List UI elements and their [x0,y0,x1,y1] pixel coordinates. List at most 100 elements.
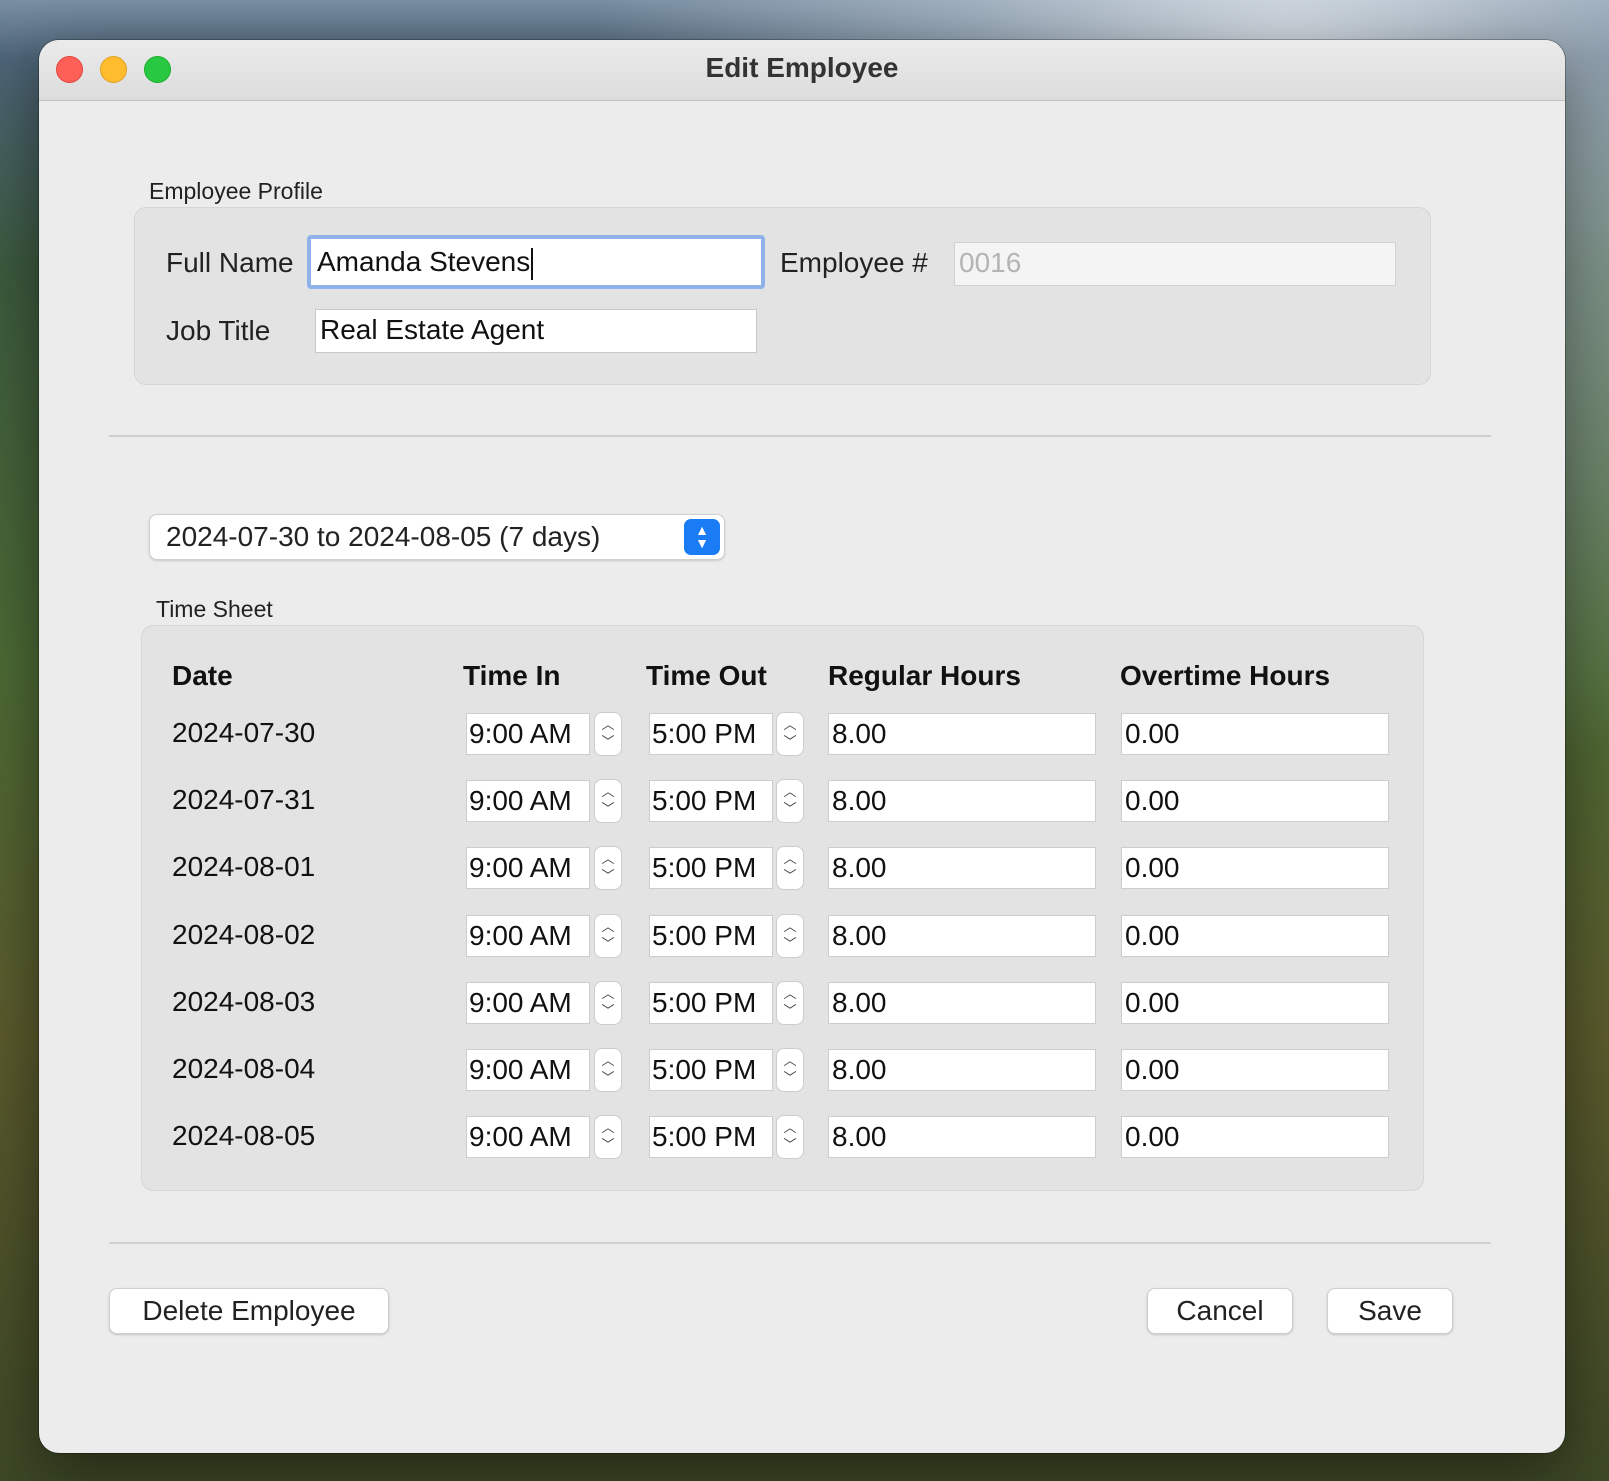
chevron-down-icon[interactable]: ﹀ [601,1137,614,1152]
chevron-down-icon[interactable]: ﹀ [783,801,796,816]
employee-profile-group [134,207,1431,385]
chevron-down-icon[interactable]: ﹀ [783,936,796,951]
full-name-label: Full Name [166,247,294,278]
chevron-up-icon[interactable]: ︿ [601,986,614,1001]
time-in-field[interactable]: 9:00 AM [466,847,590,889]
chevron-up-icon[interactable]: ︿ [601,919,614,934]
chevron-up-icon[interactable]: ︿ [783,851,796,866]
time-out-field[interactable]: 5:00 PM [649,780,773,822]
chevron-up-icon[interactable]: ︿ [601,1120,614,1135]
time-out-stepper[interactable]: ︿ ﹀ [776,1048,804,1092]
edit-employee-window: Edit Employee Employee Profile Full Name… [39,40,1565,1453]
chevron-up-icon[interactable]: ︿ [783,919,796,934]
window-title: Edit Employee [705,52,899,83]
time-out-stepper[interactable]: ︿ ﹀ [776,1115,804,1159]
time-out-stepper[interactable]: ︿ ﹀ [776,846,804,890]
time-in-stepper[interactable]: ︿ ﹀ [594,779,622,823]
chevron-down-icon[interactable]: ﹀ [783,1070,796,1085]
time-out-field[interactable]: 5:00 PM [649,1049,773,1091]
regular-hours-input[interactable]: 8.00 [828,1049,1096,1091]
chevron-down-icon[interactable]: ﹀ [601,734,614,749]
regular-hours-input[interactable]: 8.00 [828,847,1096,889]
column-header-time-in: Time In [463,660,561,691]
employee-number-label: Employee # [780,247,928,278]
full-name-value: Amanda Stevens [317,246,531,277]
time-out-stepper[interactable]: ︿ ﹀ [776,779,804,823]
chevron-up-icon[interactable]: ︿ [601,717,614,732]
cancel-button[interactable]: Cancel [1147,1288,1293,1334]
overtime-hours-input[interactable]: 0.00 [1121,713,1389,755]
chevron-up-icon[interactable]: ︿ [601,784,614,799]
column-header-regular-hours: Regular Hours [828,660,1021,691]
chevron-down-icon[interactable]: ﹀ [783,734,796,749]
chevron-up-icon[interactable]: ︿ [783,1053,796,1068]
period-select-value: 2024-07-30 to 2024-08-05 (7 days) [166,521,601,552]
column-header-date: Date [172,660,233,691]
regular-hours-input[interactable]: 8.00 [828,1116,1096,1158]
time-in-stepper[interactable]: ︿ ﹀ [594,846,622,890]
time-in-field[interactable]: 9:00 AM [466,713,590,755]
overtime-hours-input[interactable]: 0.00 [1121,780,1389,822]
employee-number-field: 0016 [954,242,1396,286]
time-out-stepper[interactable]: ︿ ﹀ [776,981,804,1025]
chevron-down-icon[interactable]: ﹀ [601,1070,614,1085]
time-in-stepper[interactable]: ︿ ﹀ [594,1048,622,1092]
time-in-stepper[interactable]: ︿ ﹀ [594,712,622,756]
time-out-field[interactable]: 5:00 PM [649,1116,773,1158]
chevron-up-icon[interactable]: ︿ [783,717,796,732]
job-title-label: Job Title [166,315,271,346]
time-out-stepper[interactable]: ︿ ﹀ [776,712,804,756]
delete-employee-button[interactable]: Delete Employee [109,1288,389,1334]
time-in-field[interactable]: 9:00 AM [466,982,590,1024]
time-in-field[interactable]: 9:00 AM [466,1049,590,1091]
chevron-up-icon[interactable]: ︿ [783,784,796,799]
chevron-down-icon[interactable]: ﹀ [783,1137,796,1152]
overtime-hours-input[interactable]: 0.00 [1121,982,1389,1024]
time-out-field[interactable]: 5:00 PM [649,847,773,889]
row-date: 2024-08-05 [172,1120,316,1151]
chevron-down-icon[interactable]: ﹀ [601,1003,614,1018]
chevron-up-icon[interactable]: ︿ [783,986,796,1001]
separator-top [109,435,1491,437]
time-in-stepper[interactable]: ︿ ﹀ [594,981,622,1025]
row-date: 2024-08-01 [172,851,316,882]
time-sheet-label: Time Sheet [156,596,273,622]
regular-hours-input[interactable]: 8.00 [828,780,1096,822]
time-out-field[interactable]: 5:00 PM [649,713,773,755]
full-name-input[interactable]: Amanda Stevens [307,235,765,289]
regular-hours-input[interactable]: 8.00 [828,713,1096,755]
row-date: 2024-08-04 [172,1053,316,1084]
period-select[interactable]: 2024-07-30 to 2024-08-05 (7 days) ▲ ▼ [149,514,725,560]
save-button[interactable]: Save [1327,1288,1453,1334]
time-sheet-group [141,625,1424,1191]
title-bar: Edit Employee [39,40,1565,101]
regular-hours-input[interactable]: 8.00 [828,915,1096,957]
time-out-field[interactable]: 5:00 PM [649,915,773,957]
chevron-down-icon[interactable]: ﹀ [601,868,614,883]
time-in-field[interactable]: 9:00 AM [466,780,590,822]
chevron-up-icon[interactable]: ︿ [601,1053,614,1068]
time-out-stepper[interactable]: ︿ ﹀ [776,914,804,958]
up-down-chevron-icon: ▲ ▼ [684,519,720,555]
chevron-up-icon[interactable]: ︿ [601,851,614,866]
separator-bottom [109,1242,1491,1244]
chevron-up-icon[interactable]: ︿ [783,1120,796,1135]
employee-profile-label: Employee Profile [149,178,323,204]
row-date: 2024-07-31 [172,784,316,815]
overtime-hours-input[interactable]: 0.00 [1121,915,1389,957]
time-in-field[interactable]: 9:00 AM [466,915,590,957]
chevron-down-icon[interactable]: ﹀ [783,868,796,883]
chevron-down-icon[interactable]: ﹀ [783,1003,796,1018]
time-in-field[interactable]: 9:00 AM [466,1116,590,1158]
time-in-stepper[interactable]: ︿ ﹀ [594,914,622,958]
job-title-input[interactable]: Real Estate Agent [315,309,757,353]
time-out-field[interactable]: 5:00 PM [649,982,773,1024]
overtime-hours-input[interactable]: 0.00 [1121,1116,1389,1158]
time-in-stepper[interactable]: ︿ ﹀ [594,1115,622,1159]
chevron-down-icon[interactable]: ﹀ [601,936,614,951]
column-header-time-out: Time Out [646,660,767,691]
overtime-hours-input[interactable]: 0.00 [1121,1049,1389,1091]
chevron-down-icon[interactable]: ﹀ [601,801,614,816]
overtime-hours-input[interactable]: 0.00 [1121,847,1389,889]
regular-hours-input[interactable]: 8.00 [828,982,1096,1024]
